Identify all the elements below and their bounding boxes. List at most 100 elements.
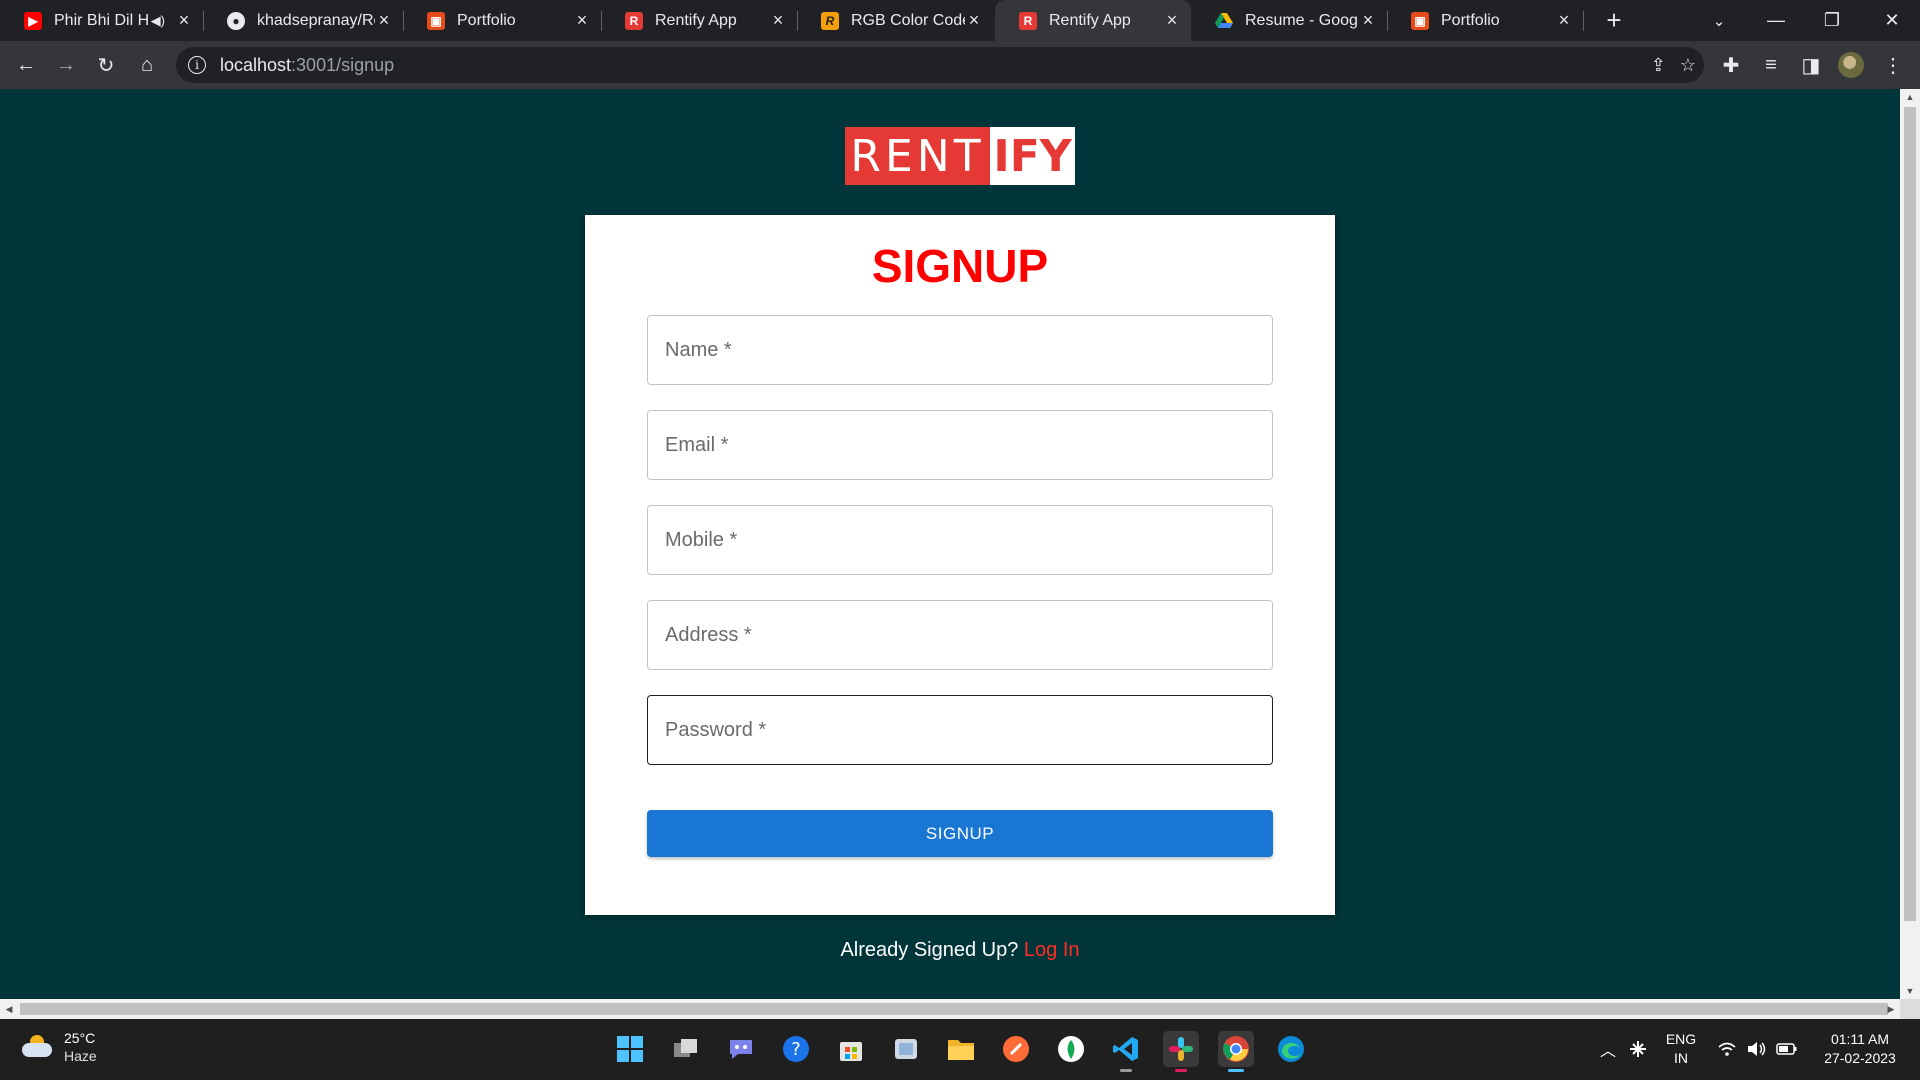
browser-tab-active[interactable]: R Rentify App × xyxy=(995,0,1191,41)
help-icon[interactable]: ? xyxy=(778,1031,814,1067)
snipping-tool-icon[interactable] xyxy=(888,1031,924,1067)
side-panel-icon[interactable]: ◨ xyxy=(1795,49,1827,81)
running-indicator xyxy=(1228,1069,1244,1072)
rgb-icon: R xyxy=(821,11,839,30)
logo-text-rent: RENT xyxy=(845,127,990,185)
weather-widget[interactable]: 25°C Haze xyxy=(20,1029,97,1065)
page-title: SIGNUP xyxy=(871,240,1049,292)
address-bar[interactable]: i localhost:3001/signup ⇪ ☆ xyxy=(176,47,1704,83)
browser-tab[interactable]: R RGB Color Codes × xyxy=(797,0,993,41)
chevron-up-icon[interactable]: ︿ xyxy=(1594,1031,1622,1067)
tab-divider xyxy=(1583,11,1584,31)
browser-tab[interactable]: ▶ Phir Bhi Dil H ◀) × xyxy=(0,0,203,41)
close-icon[interactable]: × xyxy=(1555,10,1573,31)
rentify-logo: RENT IFY xyxy=(845,127,1075,185)
site-info-icon[interactable]: i xyxy=(188,56,206,74)
menu-kebab-icon[interactable]: ⋮ xyxy=(1877,49,1909,81)
teams-chat-icon[interactable] xyxy=(723,1031,759,1067)
scrollbar-thumb[interactable] xyxy=(20,1003,1888,1015)
scroll-right-icon[interactable]: ▶ xyxy=(1882,999,1900,1019)
password-input[interactable] xyxy=(648,696,1272,764)
tab-search-icon[interactable]: ⌄ xyxy=(1704,0,1734,41)
scrollbar-thumb[interactable] xyxy=(1904,107,1916,921)
login-prompt-text: Already Signed Up? xyxy=(840,939,1019,961)
vscode-icon[interactable] xyxy=(1108,1031,1144,1072)
close-icon[interactable]: × xyxy=(175,10,193,31)
clock-time: 01:11 AM xyxy=(1830,1031,1890,1047)
browser-tab[interactable]: ▣ Portfolio × xyxy=(403,0,601,41)
mobile-field xyxy=(647,505,1273,575)
browser-tab[interactable]: ● khadsepranay/Re × xyxy=(203,0,403,41)
login-link[interactable]: Log In xyxy=(1024,939,1080,961)
close-icon[interactable]: × xyxy=(1359,10,1377,31)
edge-icon[interactable] xyxy=(1273,1031,1309,1067)
email-input[interactable] xyxy=(648,411,1272,479)
svg-text:?: ? xyxy=(791,1039,801,1060)
login-prompt: Already Signed Up? Log In xyxy=(0,939,1920,962)
weather-temp: 25°C xyxy=(64,1030,96,1046)
chrome-icon[interactable] xyxy=(1218,1031,1254,1072)
rentify-icon: R xyxy=(1019,11,1037,30)
address-field xyxy=(647,600,1273,670)
network-hub-icon[interactable] xyxy=(1624,1031,1652,1067)
store-icon[interactable] xyxy=(833,1031,869,1067)
close-icon[interactable]: × xyxy=(1163,10,1181,31)
wifi-icon[interactable] xyxy=(1714,1031,1740,1067)
clock[interactable]: 01:11 AM 27-02-2023 xyxy=(1808,1030,1912,1068)
close-window-icon[interactable]: ✕ xyxy=(1864,0,1920,41)
close-icon[interactable]: × xyxy=(375,10,393,31)
scroll-down-icon[interactable]: ▼ xyxy=(1900,983,1920,999)
google-drive-icon xyxy=(1215,12,1233,30)
browser-tab[interactable]: Resume - Google × xyxy=(1191,0,1387,41)
browser-tab[interactable]: R Rentify App × xyxy=(601,0,797,41)
profile-avatar[interactable] xyxy=(1838,52,1864,78)
share-icon[interactable]: ⇪ xyxy=(1651,55,1666,76)
tab-title: Resume - Google xyxy=(1245,11,1359,29)
language-indicator[interactable]: ENG IN xyxy=(1660,1030,1702,1068)
home-icon[interactable]: ⌂ xyxy=(131,49,163,81)
postman-icon[interactable] xyxy=(998,1031,1034,1067)
slack-icon[interactable] xyxy=(1163,1031,1199,1072)
name-input[interactable] xyxy=(648,316,1272,384)
new-tab-button[interactable]: + xyxy=(1598,0,1630,41)
signup-button[interactable]: SIGNUP xyxy=(647,810,1273,857)
scrollbar-corner xyxy=(1900,999,1920,1019)
language-code: ENG xyxy=(1665,1031,1697,1047)
start-icon[interactable] xyxy=(612,1031,648,1067)
restore-icon[interactable]: ❐ xyxy=(1804,0,1860,41)
tab-title: Portfolio xyxy=(457,11,516,29)
battery-icon[interactable] xyxy=(1774,1031,1800,1067)
reload-icon[interactable]: ↻ xyxy=(90,49,122,81)
forward-icon[interactable]: → xyxy=(50,49,82,81)
bookmark-star-icon[interactable]: ☆ xyxy=(1680,55,1696,76)
portfolio-icon: ▣ xyxy=(427,11,445,30)
minimize-icon[interactable]: — xyxy=(1748,0,1804,41)
close-icon[interactable]: × xyxy=(965,10,983,31)
portfolio-icon: ▣ xyxy=(1411,11,1429,30)
media-control-icon[interactable]: ≡ xyxy=(1755,49,1787,81)
mobile-input[interactable] xyxy=(648,506,1272,574)
close-icon[interactable]: × xyxy=(573,10,591,31)
tab-title: Rentify App xyxy=(1049,11,1131,29)
close-icon[interactable]: × xyxy=(769,10,787,31)
extensions-icon[interactable]: ✚ xyxy=(1715,49,1747,81)
volume-icon[interactable] xyxy=(1744,1031,1770,1067)
page-viewport: RENT IFY SIGNUP SIGNUP Already Signed Up… xyxy=(0,89,1900,999)
mongodb-compass-icon[interactable] xyxy=(1053,1031,1089,1067)
speaker-icon[interactable]: ◀) xyxy=(151,13,165,29)
browser-toolbar: ← → ↻ ⌂ i localhost:3001/signup ⇪ ☆ ✚ ≡ … xyxy=(0,41,1920,89)
back-icon[interactable]: ← xyxy=(10,49,42,81)
url-host: localhost xyxy=(220,54,292,75)
task-view-icon[interactable] xyxy=(668,1031,704,1067)
address-input[interactable] xyxy=(648,601,1272,669)
scroll-up-icon[interactable]: ▲ xyxy=(1900,89,1920,105)
password-field xyxy=(647,695,1273,765)
signup-card: SIGNUP SIGNUP xyxy=(585,215,1335,915)
vertical-scrollbar[interactable]: ▲ ▼ xyxy=(1900,89,1920,999)
browser-tab[interactable]: ▣ Portfolio × xyxy=(1387,0,1583,41)
running-indicator xyxy=(1175,1069,1187,1072)
file-explorer-icon[interactable] xyxy=(943,1031,979,1067)
horizontal-scrollbar[interactable]: ◀ ▶ xyxy=(0,999,1900,1019)
region-code: IN xyxy=(1674,1050,1688,1066)
scroll-left-icon[interactable]: ◀ xyxy=(0,999,18,1019)
